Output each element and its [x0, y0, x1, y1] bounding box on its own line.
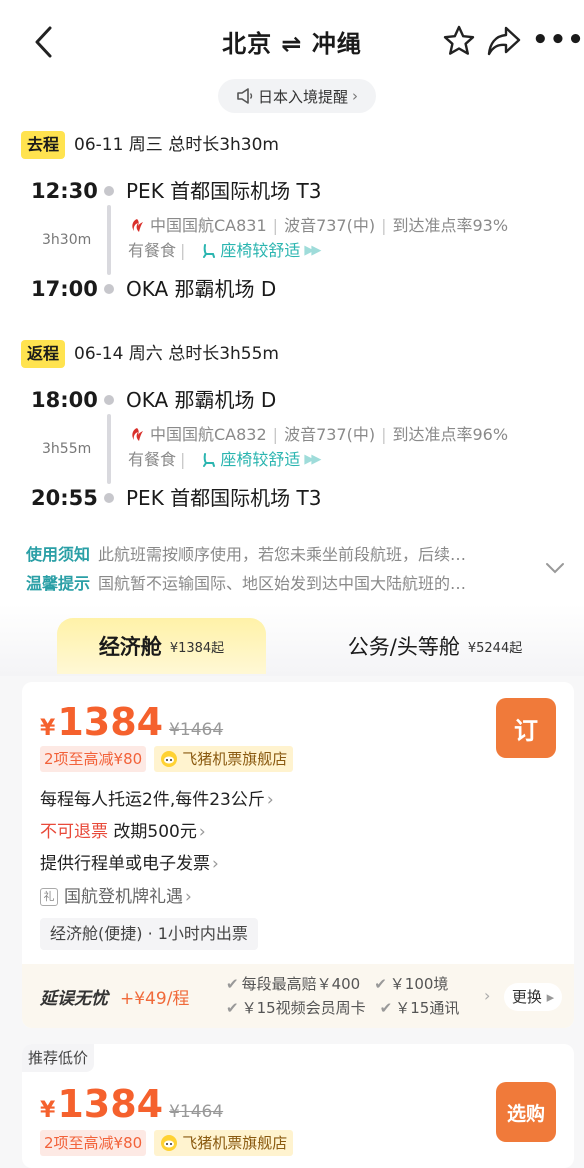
outbound-airline-info: 中国国航CA831 | 波音737(中) | 到达准点率93% — [128, 215, 508, 237]
outbound-date-line: 06-11 周三 总时长3h30m — [74, 135, 279, 155]
inbound-dep-time: 18:00 — [31, 388, 98, 412]
discount-badge[interactable]: 2项至高减¥80 — [40, 746, 147, 772]
warm-notice: 温馨提示 国航暂不运输国际、地区始发到达中国大陆航班的… — [26, 574, 467, 593]
fare-badges: 2项至高减¥80 飞猪机票旗舰店 — [40, 1130, 294, 1156]
more-button[interactable]: ••• — [532, 27, 584, 54]
chevron-down-icon[interactable] — [544, 558, 566, 578]
double-chevron-icon: ▶▶ — [304, 243, 321, 258]
boarding-gift[interactable]: 礼国航登机牌礼遇 › — [40, 885, 192, 909]
original-price: ¥1464 — [169, 720, 224, 740]
inbound-duration: 3h55m — [42, 441, 92, 457]
outbound-dep-time: 12:30 — [31, 179, 98, 203]
outbound-on-time: 到达准点率93% — [392, 216, 509, 235]
inbound-airline: 中国国航CA832 — [150, 425, 267, 444]
outbound-service-info: 有餐食 | 座椅较舒适 ▶▶ — [128, 240, 321, 262]
select-button[interactable]: 选购 — [496, 1082, 556, 1142]
cabin-info: 经济舱(便捷) · 1小时内出票 — [40, 918, 258, 950]
megaphone-icon — [237, 88, 253, 104]
delay-title: 延误无忧 — [40, 989, 108, 1009]
inbound-meal: 有餐食 — [128, 450, 177, 469]
delay-insurance[interactable]: 延误无忧 +¥49/程 ✔ 每段最高赔￥400 ✔ ￥100境 ✔ ￥15视频会员周卡 ✔… — [22, 964, 574, 1028]
fliggy-logo-icon — [161, 751, 178, 767]
timeline-dot — [104, 395, 114, 405]
star-icon — [443, 25, 475, 55]
inbound-service-info: 有餐食 | 座椅较舒适 ▶▶ — [128, 449, 321, 471]
change-button[interactable]: 更换 ▸ — [504, 983, 562, 1011]
flight-tips[interactable]: 使用须知 此航班需按顺序使用，若您未乘坐前段航班，后续… 温馨提示 国航暂不运输国际… — [26, 540, 546, 598]
original-price: ¥1464 — [169, 1102, 224, 1122]
air-china-logo-icon — [132, 428, 143, 441]
discount-badge[interactable]: 2项至高减¥80 — [40, 1130, 147, 1156]
outbound-airline: 中国国航CA831 — [150, 216, 267, 235]
timeline-dot — [104, 493, 114, 503]
refund-rule[interactable]: 不可退票 改期500元 › — [40, 820, 206, 844]
fare-price: ¥ 1384 ¥1464 — [40, 700, 224, 744]
outbound-duration: 3h30m — [42, 232, 92, 248]
chevron-right-icon: › — [484, 986, 491, 1005]
favorite-button[interactable] — [442, 24, 476, 58]
outbound-seat: 座椅较舒适 — [201, 240, 300, 262]
chevron-right-icon: › — [352, 87, 358, 105]
delay-benefits: ✔ 每段最高赔￥400 ✔ ￥100境 ✔ ￥15视频会员周卡 ✔ ￥15通讯 — [226, 975, 460, 1017]
timeline-line — [107, 414, 111, 484]
fare-card[interactable]: ¥ 1384 ¥1464 订 2项至高减¥80 飞猪机票旗舰店 每程每人托运2件… — [22, 682, 574, 1028]
tab-economy[interactable]: 经济舱 ¥1384起 — [57, 618, 266, 674]
timeline-dot — [104, 284, 114, 294]
outbound-tag: 去程 — [21, 131, 66, 159]
inbound-dep-airport: OKA 那霸机场 D — [126, 388, 277, 412]
fare-badges: 2项至高减¥80 飞猪机票旗舰店 — [40, 746, 294, 772]
tab-business-first[interactable]: 公务/头等舱 ¥5244起 — [320, 618, 550, 674]
outbound-dep-airport: PEK 首都国际机场 T3 — [126, 179, 322, 203]
book-button[interactable]: 订 — [496, 698, 556, 758]
inbound-tag: 返程 — [21, 340, 66, 368]
share-icon — [487, 26, 521, 56]
outbound-meal: 有餐食 — [128, 241, 177, 260]
recommend-tag: 推荐低价 — [22, 1044, 95, 1072]
inbound-seat: 座椅较舒适 — [201, 449, 300, 471]
seat-icon — [203, 453, 216, 467]
inbound-date-line: 06-14 周六 总时长3h55m — [74, 344, 279, 364]
double-chevron-icon: ▶▶ — [304, 452, 321, 467]
outbound-arr-time: 17:00 — [31, 277, 98, 301]
inbound-arr-time: 20:55 — [31, 486, 98, 510]
timeline-line — [107, 205, 111, 275]
share-button[interactable] — [486, 24, 522, 58]
inbound-aircraft: 波音737(中) — [284, 425, 376, 444]
baggage-rule[interactable]: 每程每人托运2件,每件23公斤 › — [40, 788, 274, 812]
inbound-arr-airport: PEK 首都国际机场 T3 — [126, 486, 322, 510]
nav-bar: 北京 ⇌ 冲绳 ••• — [0, 0, 584, 80]
gift-icon: 礼 — [40, 888, 58, 906]
inbound-on-time: 到达准点率96% — [392, 425, 509, 444]
invoice-rule[interactable]: 提供行程单或电子发票 › — [40, 852, 219, 876]
inbound-airline-info: 中国国航CA832 | 波音737(中) | 到达准点率96% — [128, 424, 508, 446]
cabin-tabs: 经济舱 ¥1384起 公务/头等舱 ¥5244起 — [0, 604, 584, 676]
store-badge[interactable]: 飞猪机票旗舰店 — [154, 1130, 294, 1156]
timeline-dot — [104, 186, 114, 196]
delay-price: +¥49/程 — [120, 989, 190, 1009]
outbound-arr-airport: OKA 那霸机场 D — [126, 277, 277, 301]
air-china-logo-icon — [132, 219, 143, 232]
store-badge[interactable]: 飞猪机票旗舰店 — [154, 746, 294, 772]
outbound-aircraft: 波音737(中) — [284, 216, 376, 235]
seat-icon — [203, 244, 216, 258]
fliggy-logo-icon — [161, 1135, 178, 1151]
entry-notice-button[interactable]: 日本入境提醒 › — [218, 79, 376, 113]
fare-price: ¥ 1384 ¥1464 — [40, 1082, 224, 1126]
entry-notice-label: 日本入境提醒 — [257, 87, 348, 106]
fare-card[interactable]: 推荐低价 ¥ 1384 ¥1464 选购 2项至高减¥80 飞猪机票旗舰店 — [22, 1044, 574, 1168]
usage-notice: 使用须知 此航班需按顺序使用，若您未乘坐前段航班，后续… — [26, 545, 467, 564]
